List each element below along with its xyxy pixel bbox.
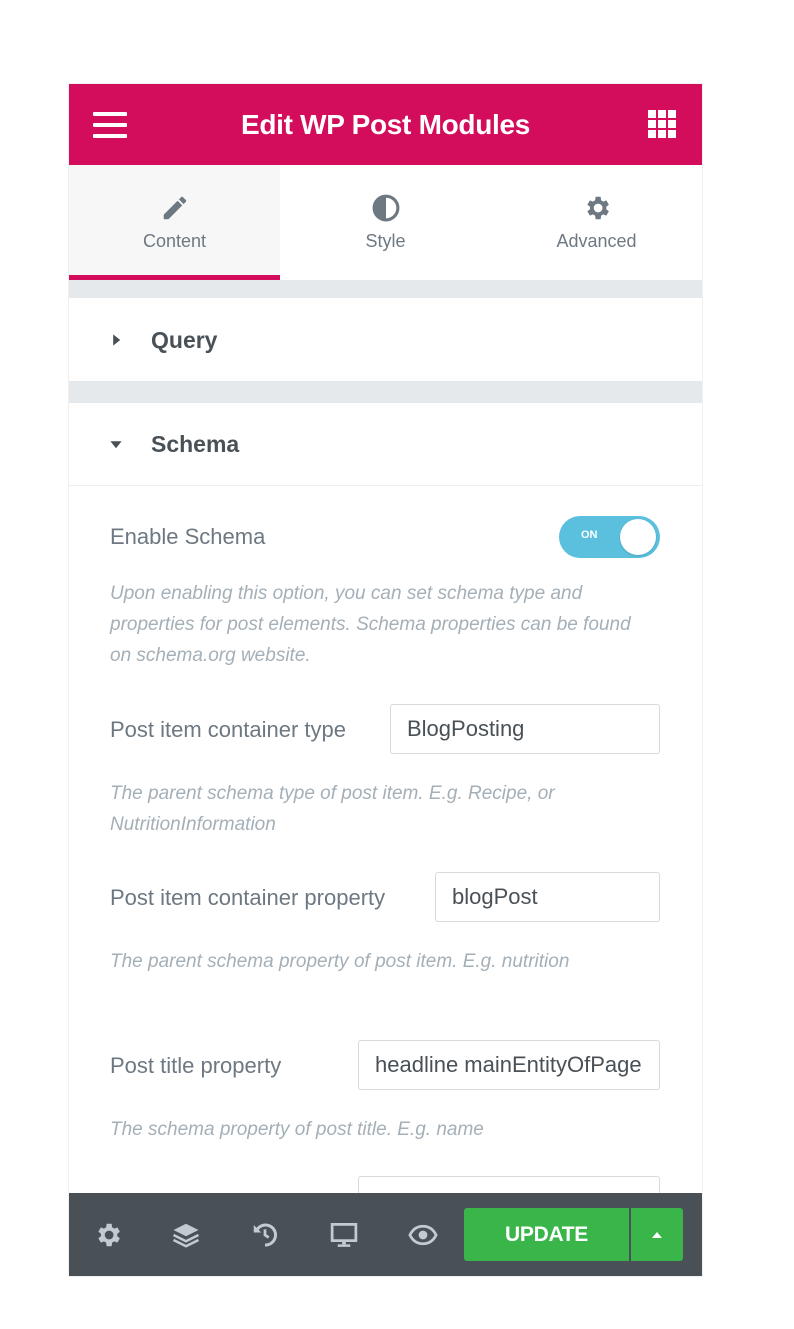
history-icon[interactable] <box>250 1220 280 1250</box>
enable-schema-toggle[interactable]: ON <box>559 516 660 558</box>
container-property-input[interactable]: blogPost <box>435 872 660 922</box>
caret-up-icon <box>652 1231 662 1238</box>
tab-content[interactable]: Content <box>69 165 280 280</box>
tab-style-label: Style <box>365 231 406 251</box>
caret-down-icon <box>110 441 122 449</box>
container-type-description: The parent schema type of post item. E.g… <box>110 783 555 835</box>
eye-icon[interactable] <box>408 1220 438 1250</box>
widgets-grid-icon[interactable] <box>648 110 676 138</box>
half-circle-icon <box>372 194 399 222</box>
divider <box>69 485 702 486</box>
hamburger-menu-icon[interactable] <box>93 112 127 138</box>
tab-advanced[interactable]: Advanced <box>491 165 702 280</box>
title-property-input[interactable]: headline mainEntityOfPage <box>358 1040 660 1090</box>
tab-style[interactable]: Style <box>280 165 491 280</box>
section-schema-header[interactable]: Schema <box>69 403 702 485</box>
container-type-input[interactable]: BlogPosting <box>390 704 660 754</box>
title-property-description: The schema property of post title. E.g. … <box>110 1119 484 1140</box>
container-type-label: Post item container type <box>110 717 347 742</box>
layers-icon[interactable] <box>171 1220 201 1250</box>
pencil-icon <box>163 196 186 220</box>
update-options-button[interactable] <box>631 1208 683 1261</box>
toggle-knob <box>620 519 656 555</box>
panel-footer: UPDATE <box>69 1193 702 1276</box>
panel-title: Edit WP Post Modules <box>240 108 531 140</box>
panel-tabs: Content Style Advanced <box>69 165 702 280</box>
caret-right-icon <box>113 334 121 346</box>
desktop-icon[interactable] <box>329 1220 359 1250</box>
toggle-on-text: ON <box>581 529 598 541</box>
container-property-description: The parent schema property of post item.… <box>110 951 570 972</box>
tab-advanced-label: Advanced <box>556 231 637 251</box>
enable-schema-description: Upon enabling this option, you can set s… <box>110 583 631 666</box>
title-property-label: Post title property <box>110 1053 282 1078</box>
tab-content-label: Content <box>142 231 207 251</box>
enable-schema-label: Enable Schema <box>110 524 266 549</box>
panel-header: Edit WP Post Modules <box>69 84 702 165</box>
separator <box>69 280 702 298</box>
update-button[interactable]: UPDATE <box>464 1208 629 1261</box>
section-query-title: Query <box>151 326 218 353</box>
section-query-header[interactable]: Query <box>69 299 702 381</box>
editor-panel: Edit WP Post Modules Content Style Advan… <box>69 84 702 1276</box>
section-schema-title: Schema <box>151 430 240 457</box>
gear-icon[interactable] <box>93 1220 123 1250</box>
separator <box>69 381 702 403</box>
gear-icon <box>586 196 609 220</box>
container-property-label: Post item container property <box>110 885 386 910</box>
